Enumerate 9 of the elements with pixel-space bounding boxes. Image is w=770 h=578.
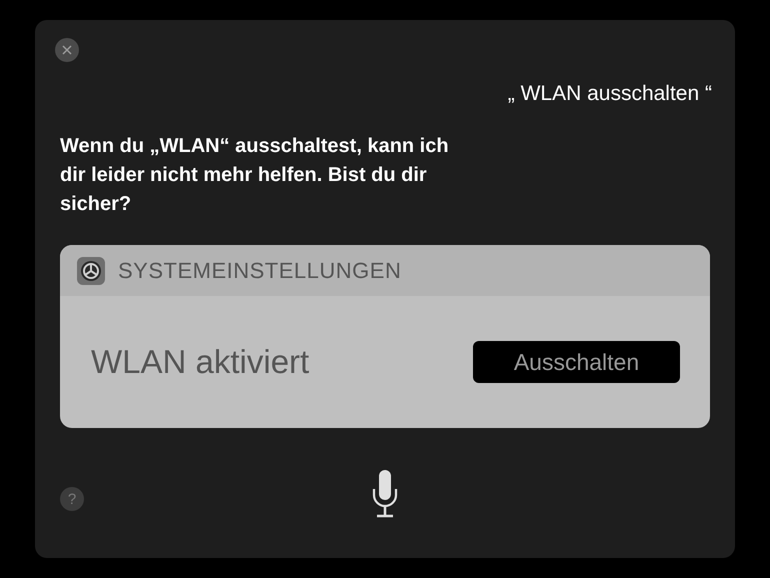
spoken-query: „ WLAN ausschalten “ bbox=[508, 82, 712, 106]
close-icon bbox=[62, 45, 72, 55]
close-button[interactable] bbox=[55, 38, 79, 62]
siri-response: Wenn du „WLAN“ ausschaltest, kann ich dir leider nicht mehr helfen. Bist du dir sicher? bbox=[60, 134, 450, 217]
microphone-icon[interactable] bbox=[372, 469, 398, 519]
wifi-status: WLAN aktiviert bbox=[91, 343, 310, 381]
gear-icon bbox=[76, 256, 106, 286]
turn-off-button[interactable]: Ausschalten bbox=[473, 341, 680, 383]
app-name: SYSTEMEINSTELLUNGEN bbox=[118, 258, 402, 284]
